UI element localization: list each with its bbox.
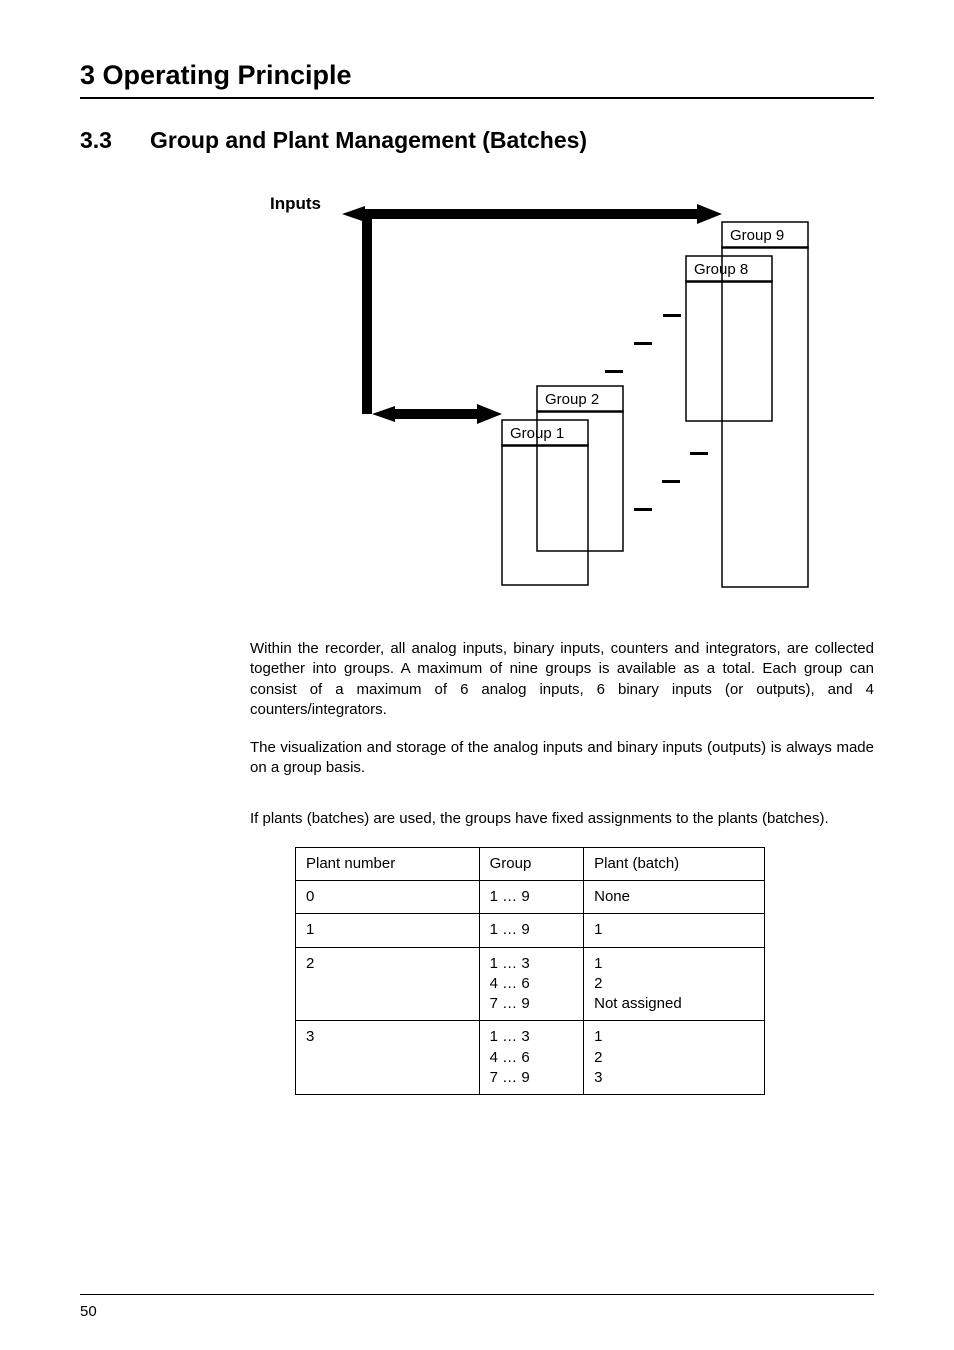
paragraph-3: If plants (batches) are used, the groups… <box>250 809 874 829</box>
group2-label: Group 2 <box>545 391 599 408</box>
plant-table: Plant number Group Plant (batch) 0 1 … 9… <box>295 847 765 1095</box>
chapter-title: 3 Operating Principle <box>80 60 874 91</box>
chapter-rule <box>80 97 874 99</box>
table-header-row: Plant number Group Plant (batch) <box>296 847 765 880</box>
paragraph-1: Within the recorder, all analog inputs, … <box>250 639 874 720</box>
group9-label: Group 9 <box>730 227 784 244</box>
table-row: 1 1 … 9 1 <box>296 914 765 947</box>
footer-rule <box>80 1294 874 1295</box>
table-row: 3 1 … 3 4 … 6 7 … 9 1 2 3 <box>296 1021 765 1095</box>
section-title: Group and Plant Management (Batches) <box>150 127 587 154</box>
section-header: 3.3 Group and Plant Management (Batches) <box>80 127 874 154</box>
table-row: 2 1 … 3 4 … 6 7 … 9 1 2 Not assigned <box>296 947 765 1021</box>
paragraph-2: The visualization and storage of the ana… <box>250 738 874 779</box>
group8-label: Group 8 <box>694 261 748 278</box>
inputs-label: Inputs <box>270 194 321 213</box>
table-row: 0 1 … 9 None <box>296 881 765 914</box>
th-group: Group <box>479 847 583 880</box>
th-plant-number: Plant number <box>296 847 480 880</box>
th-plant-batch: Plant (batch) <box>584 847 765 880</box>
page-number: 50 <box>80 1303 97 1320</box>
section-number: 3.3 <box>80 127 150 154</box>
inputs-diagram: Inputs Group 9 Group 8 Group <box>250 184 874 609</box>
